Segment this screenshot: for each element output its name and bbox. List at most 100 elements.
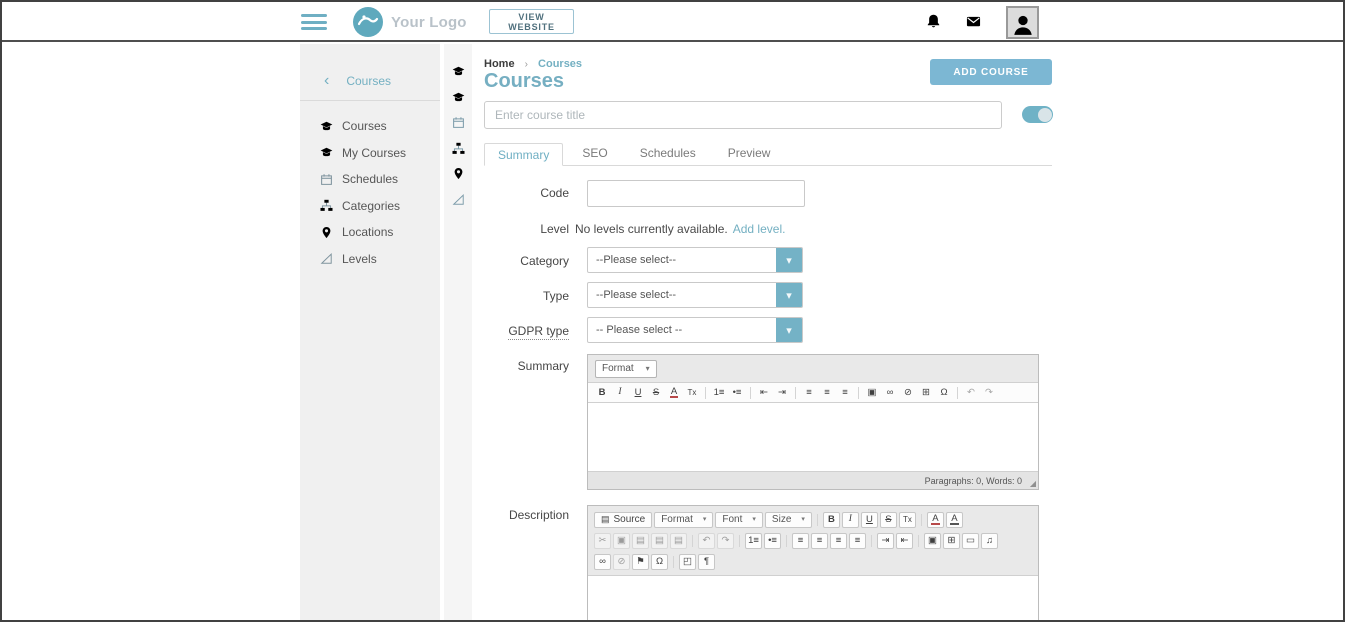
undo-button[interactable]: ↶ <box>698 533 715 549</box>
numbered-list-button[interactable]: 1≡ <box>711 385 727 401</box>
strikethrough-button[interactable]: S <box>648 385 664 401</box>
sidebar-item-schedules[interactable]: Schedules <box>300 166 440 193</box>
sidebar-item-my-courses[interactable]: My Courses <box>300 140 440 167</box>
size-dropdown-button[interactable]: Size <box>765 512 812 528</box>
maximize-button[interactable]: ◰ <box>679 554 696 570</box>
align-left-button[interactable]: ≡ <box>792 533 809 549</box>
redo-button[interactable]: ↷ <box>981 385 997 401</box>
align-right-button[interactable]: ≡ <box>837 385 853 401</box>
course-title-input[interactable] <box>484 101 1002 129</box>
type-select[interactable]: --Please select-- ▾ <box>587 282 803 308</box>
sidebar-item-courses[interactable]: Courses <box>300 113 440 140</box>
sitemap-icon <box>320 199 333 212</box>
add-level-link[interactable]: Add level. <box>733 222 786 236</box>
bulleted-list-button[interactable]: •≡ <box>729 385 745 401</box>
italic-button[interactable]: I <box>842 512 859 528</box>
table-button[interactable]: ⊞ <box>943 533 960 549</box>
unlink-button[interactable]: ⊘ <box>900 385 916 401</box>
description-editor: ▤SourceFormatFontSizeBIUSTxAA ✂▣▤▤▤↶↷1≡•… <box>587 505 1039 622</box>
graduation-cap-icon[interactable] <box>452 65 465 78</box>
sidebar-item-levels[interactable]: Levels <box>300 246 440 273</box>
notifications-bell-icon[interactable] <box>925 12 942 31</box>
breadcrumb-home[interactable]: Home <box>484 58 515 70</box>
sidebar-item-label: My Courses <box>342 146 406 160</box>
sidebar-back-header[interactable]: ‹ Courses <box>300 61 440 101</box>
underline-button[interactable]: U <box>861 512 878 528</box>
background-color-button[interactable]: A <box>946 512 963 528</box>
indent-button[interactable]: ⇥ <box>774 385 790 401</box>
outdent-button[interactable]: ⇤ <box>896 533 913 549</box>
italic-button[interactable]: I <box>612 385 628 401</box>
publish-toggle[interactable] <box>1022 106 1053 123</box>
view-website-button[interactable]: VIEW WEBSITE <box>489 9 574 34</box>
cut-button[interactable]: ✂ <box>594 533 611 549</box>
levels-icon <box>320 252 333 265</box>
add-course-button[interactable]: ADD COURSE <box>930 59 1052 85</box>
sitemap-icon[interactable] <box>452 142 465 155</box>
outdent-button[interactable]: ⇤ <box>756 385 772 401</box>
code-input[interactable] <box>587 180 805 207</box>
category-select[interactable]: --Please select-- ▾ <box>587 247 803 273</box>
undo-button[interactable]: ↶ <box>963 385 979 401</box>
toolbar-separator <box>957 387 958 399</box>
align-justify-button[interactable]: ≡ <box>849 533 866 549</box>
align-left-button[interactable]: ≡ <box>801 385 817 401</box>
messages-inbox-icon[interactable] <box>964 14 983 29</box>
calendar-icon[interactable] <box>452 116 465 129</box>
remove-format-button[interactable]: Tx <box>684 385 700 401</box>
table-button[interactable]: ⊞ <box>918 385 934 401</box>
tab-preview[interactable]: Preview <box>715 142 784 165</box>
format-dropdown[interactable]: Format ▾ <box>595 360 657 378</box>
text-color-button[interactable]: A <box>666 385 682 401</box>
anchor-button[interactable]: ⚑ <box>632 554 649 570</box>
resize-grip-icon[interactable]: ◢ <box>1030 480 1036 488</box>
bulleted-list-button[interactable]: •≡ <box>764 533 781 549</box>
hamburger-menu-icon[interactable] <box>301 14 327 31</box>
special-character-button[interactable]: Ω <box>651 554 668 570</box>
format-dropdown-button[interactable]: Format <box>654 512 713 528</box>
text-color-button[interactable]: A <box>927 512 944 528</box>
sidebar-item-locations[interactable]: Locations <box>300 219 440 246</box>
align-right-button[interactable]: ≡ <box>830 533 847 549</box>
align-center-button[interactable]: ≡ <box>811 533 828 549</box>
sidebar: ‹ Courses Courses My Courses Schedules C… <box>300 44 440 622</box>
strikethrough-button[interactable]: S <box>880 512 897 528</box>
indent-button[interactable]: ⇥ <box>877 533 894 549</box>
align-center-button[interactable]: ≡ <box>819 385 835 401</box>
tab-summary[interactable]: Summary <box>484 143 563 166</box>
image-button[interactable]: ▣ <box>864 385 880 401</box>
redo-button[interactable]: ↷ <box>717 533 734 549</box>
tab-seo[interactable]: SEO <box>569 142 620 165</box>
underline-button[interactable]: U <box>630 385 646 401</box>
media-button[interactable]: ▭ <box>962 533 979 549</box>
breadcrumb-current[interactable]: Courses <box>538 58 582 70</box>
copy-button[interactable]: ▣ <box>613 533 630 549</box>
source-button[interactable]: ▤Source <box>594 512 652 528</box>
sidebar-item-categories[interactable]: Categories <box>300 193 440 220</box>
graduation-cap-icon[interactable] <box>452 91 465 104</box>
special-character-button[interactable]: Ω <box>936 385 952 401</box>
tab-schedules[interactable]: Schedules <box>627 142 709 165</box>
paste-from-word-button[interactable]: ▤ <box>670 533 687 549</box>
remove-format-button[interactable]: Tx <box>899 512 916 528</box>
font-dropdown-button[interactable]: Font <box>715 512 763 528</box>
levels-icon[interactable] <box>452 193 465 206</box>
gdpr-type-select[interactable]: -- Please select -- ▾ <box>587 317 803 343</box>
sidebar-item-label: Courses <box>342 119 387 133</box>
gdpr-select-value: -- Please select -- <box>588 318 776 342</box>
link-button[interactable]: ∞ <box>594 554 611 570</box>
bold-button[interactable]: B <box>594 385 610 401</box>
link-button[interactable]: ∞ <box>882 385 898 401</box>
location-pin-icon[interactable] <box>452 167 465 180</box>
audio-button[interactable]: ♫ <box>981 533 998 549</box>
summary-editor-content[interactable] <box>588 403 1038 472</box>
unlink-button[interactable]: ⊘ <box>613 554 630 570</box>
paste-button[interactable]: ▤ <box>632 533 649 549</box>
user-avatar[interactable] <box>1006 6 1039 39</box>
image-button[interactable]: ▣ <box>924 533 941 549</box>
paste-plain-text-button[interactable]: ▤ <box>651 533 668 549</box>
bold-button[interactable]: B <box>823 512 840 528</box>
show-blocks-button[interactable]: ¶ <box>698 554 715 570</box>
description-editor-content[interactable] <box>588 575 1038 621</box>
numbered-list-button[interactable]: 1≡ <box>745 533 762 549</box>
